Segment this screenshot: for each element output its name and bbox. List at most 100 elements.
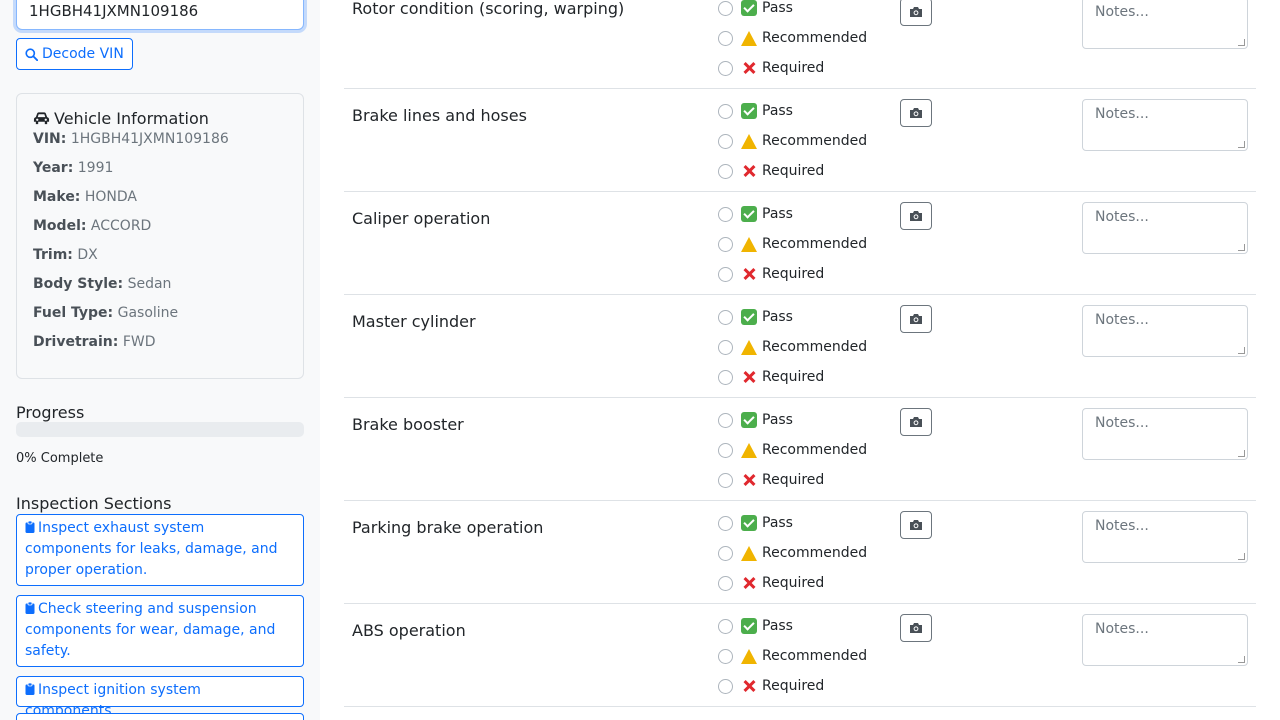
check-icon — [741, 515, 757, 531]
radio-recommended[interactable] — [718, 339, 733, 355]
option-label: Recommended — [762, 236, 868, 252]
resize-handle[interactable] — [1238, 347, 1245, 354]
photo-button[interactable] — [900, 202, 932, 230]
notes-textarea[interactable]: Notes... — [1082, 99, 1248, 151]
option-recommended[interactable]: Recommended — [718, 442, 867, 458]
notes-placeholder: Notes... — [1095, 518, 1149, 534]
option-required[interactable]: Required — [718, 266, 824, 282]
radio-required[interactable] — [718, 369, 733, 385]
option-recommended[interactable]: Recommended — [718, 545, 867, 561]
notes-placeholder: Notes... — [1095, 621, 1149, 637]
vin-input[interactable]: 1HGBH41JXMN109186 — [16, 0, 304, 30]
radio-recommended[interactable] — [718, 442, 733, 458]
option-label: Recommended — [762, 133, 868, 149]
option-pass[interactable]: Pass — [718, 618, 793, 634]
car-icon — [33, 112, 50, 125]
radio-pass[interactable] — [718, 309, 733, 325]
section-button[interactable] — [16, 713, 304, 720]
option-label: Pass — [762, 0, 793, 16]
radio-required[interactable] — [718, 575, 733, 591]
option-recommended[interactable]: Recommended — [718, 339, 867, 355]
option-recommended[interactable]: Recommended — [718, 236, 867, 252]
camera-icon — [910, 7, 922, 17]
photo-button[interactable] — [900, 305, 932, 333]
radio-recommended[interactable] — [718, 545, 733, 561]
x-icon — [741, 575, 757, 591]
option-label: Required — [762, 60, 825, 76]
vehicle-info-label: Fuel Type: — [33, 305, 114, 321]
option-pass[interactable]: Pass — [718, 103, 793, 119]
inspection-item-name: Parking brake operation — [352, 518, 544, 537]
notes-textarea[interactable]: Notes... — [1082, 511, 1248, 563]
inspection-item-row: Rotor condition (scoring, warping) Pass Re… — [344, 0, 1256, 89]
decode-vin-button[interactable]: Decode VIN — [16, 38, 133, 70]
option-pass[interactable]: Pass — [718, 0, 793, 16]
option-pass[interactable]: Pass — [718, 412, 793, 428]
notes-textarea[interactable]: Notes... — [1082, 202, 1248, 254]
vehicle-info-label: Drivetrain: — [33, 334, 119, 350]
radio-pass[interactable] — [718, 206, 733, 222]
photo-button[interactable] — [900, 511, 932, 539]
radio-pass[interactable] — [718, 618, 733, 634]
option-required[interactable]: Required — [718, 163, 824, 179]
option-required[interactable]: Required — [718, 575, 824, 591]
radio-recommended[interactable] — [718, 30, 733, 46]
resize-handle[interactable] — [1238, 244, 1245, 251]
section-button[interactable]: Inspect exhaust system components for le… — [16, 514, 304, 586]
radio-recommended[interactable] — [718, 648, 733, 664]
radio-recommended[interactable] — [718, 236, 733, 252]
section-button[interactable]: Check steering and suspension components… — [16, 595, 304, 667]
notes-placeholder: Notes... — [1095, 106, 1149, 122]
photo-button[interactable] — [900, 99, 932, 127]
option-label: Pass — [762, 309, 793, 325]
radio-required[interactable] — [718, 678, 733, 694]
resize-handle[interactable] — [1238, 656, 1245, 663]
notes-textarea[interactable]: Notes... — [1082, 305, 1248, 357]
radio-pass[interactable] — [718, 515, 733, 531]
photo-button[interactable] — [900, 408, 932, 436]
check-icon — [741, 206, 757, 222]
resize-handle[interactable] — [1238, 450, 1245, 457]
radio-required[interactable] — [718, 60, 733, 76]
option-label: Recommended — [762, 648, 868, 664]
option-label: Required — [762, 163, 825, 179]
option-required[interactable]: Required — [718, 60, 824, 76]
option-pass[interactable]: Pass — [718, 206, 793, 222]
notes-textarea[interactable]: Notes... — [1082, 0, 1248, 49]
radio-pass[interactable] — [718, 412, 733, 428]
resize-handle[interactable] — [1238, 553, 1245, 560]
option-label: Pass — [762, 618, 793, 634]
option-recommended[interactable]: Recommended — [718, 133, 867, 149]
warning-icon — [741, 30, 757, 46]
check-icon — [741, 309, 757, 325]
radio-required[interactable] — [718, 266, 733, 282]
camera-icon — [910, 314, 922, 324]
option-recommended[interactable]: Recommended — [718, 30, 867, 46]
option-required[interactable]: Required — [718, 678, 824, 694]
photo-button[interactable] — [900, 614, 932, 642]
radio-pass[interactable] — [718, 0, 733, 16]
notes-textarea[interactable]: Notes... — [1082, 614, 1248, 666]
option-label: Recommended — [762, 545, 868, 561]
vehicle-info-value: ACCORD — [90, 218, 152, 234]
option-required[interactable]: Required — [718, 369, 824, 385]
warning-icon — [741, 236, 757, 252]
vehicle-info-title: Vehicle Information — [33, 109, 209, 128]
option-pass[interactable]: Pass — [718, 309, 793, 325]
radio-required[interactable] — [718, 163, 733, 179]
photo-button[interactable] — [900, 0, 932, 26]
radio-pass[interactable] — [718, 103, 733, 119]
camera-icon — [910, 108, 922, 118]
resize-handle[interactable] — [1238, 39, 1245, 46]
section-button[interactable]: Inspect ignition system components. — [16, 676, 304, 719]
option-pass[interactable]: Pass — [718, 515, 793, 531]
option-recommended[interactable]: Recommended — [718, 648, 867, 664]
option-label: Recommended — [762, 30, 868, 46]
vehicle-info-value: 1HGBH41JXMN109186 — [70, 131, 229, 147]
sidebar: 1HGBH41JXMN109186 Decode VIN Vehicle Inf… — [0, 0, 320, 720]
option-required[interactable]: Required — [718, 472, 824, 488]
radio-required[interactable] — [718, 472, 733, 488]
radio-recommended[interactable] — [718, 133, 733, 149]
resize-handle[interactable] — [1238, 141, 1245, 148]
notes-textarea[interactable]: Notes... — [1082, 408, 1248, 460]
